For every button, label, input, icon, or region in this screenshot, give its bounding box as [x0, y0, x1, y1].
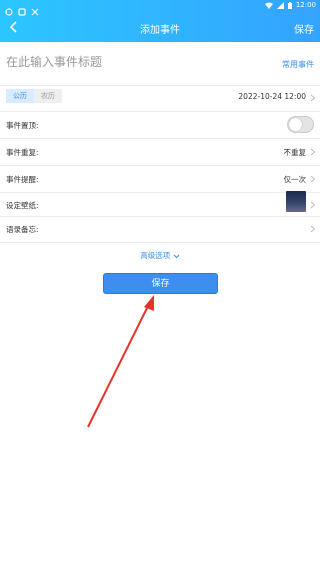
chevron-right-icon	[310, 225, 316, 233]
signal-icon	[276, 1, 284, 9]
chevron-down-icon	[173, 254, 180, 258]
notification-icons	[5, 1, 39, 16]
lunar-calendar-tab[interactable]: 农历	[34, 89, 62, 103]
page-title: 添加事件	[140, 25, 180, 36]
common-events-link[interactable]: 常用事件	[282, 59, 314, 70]
pin-label: 事件置顶:	[6, 121, 39, 130]
event-datetime[interactable]: 2022-10-24 12:00	[238, 92, 306, 101]
save-button[interactable]: 保存	[103, 273, 218, 294]
memo-label: 语录备忘:	[6, 225, 39, 234]
notification-icon	[18, 1, 26, 16]
repeat-label: 事件重复:	[6, 148, 39, 157]
status-time: 12:00	[295, 1, 316, 9]
notification-icon	[31, 1, 39, 16]
wallpaper-label: 设定壁纸:	[6, 201, 39, 210]
notification-icon	[5, 1, 13, 16]
wifi-icon	[264, 2, 273, 9]
pin-row: 事件置顶:	[0, 112, 320, 138]
repeat-value: 不重复	[283, 148, 307, 157]
reminder-label: 事件提醒:	[6, 175, 39, 184]
advanced-options-link[interactable]: 高级选项	[0, 250, 320, 261]
app-header: 12:00 添加事件 保存	[0, 0, 320, 42]
header-save-button[interactable]: 保存	[294, 21, 314, 36]
event-title-row: 常用事件	[0, 42, 320, 86]
chevron-right-icon	[310, 148, 316, 156]
wallpaper-thumbnail[interactable]	[286, 191, 306, 212]
battery-icon	[287, 1, 292, 9]
pin-toggle[interactable]	[287, 116, 314, 133]
repeat-row[interactable]: 事件重复: 不重复	[0, 139, 320, 165]
event-title-input[interactable]	[6, 55, 226, 69]
chevron-right-icon	[310, 175, 316, 183]
memo-row[interactable]: 语录备忘:	[0, 216, 320, 242]
calendar-type-toggle: 公历 农历	[6, 89, 62, 103]
status-bar: 12:00	[0, 0, 320, 16]
solar-calendar-tab[interactable]: 公历	[6, 89, 34, 103]
wallpaper-row[interactable]: 设定壁纸:	[0, 189, 320, 215]
divider	[0, 242, 320, 243]
calendar-row[interactable]: 公历 农历 2022-10-24 12:00	[0, 86, 320, 110]
reminder-value: 仅一次	[283, 175, 307, 184]
advanced-options-label: 高级选项	[140, 251, 171, 260]
toggle-knob	[289, 118, 302, 131]
chevron-right-icon	[310, 94, 316, 102]
chevron-right-icon	[310, 201, 316, 209]
nav-bar: 添加事件 保存	[0, 14, 320, 40]
